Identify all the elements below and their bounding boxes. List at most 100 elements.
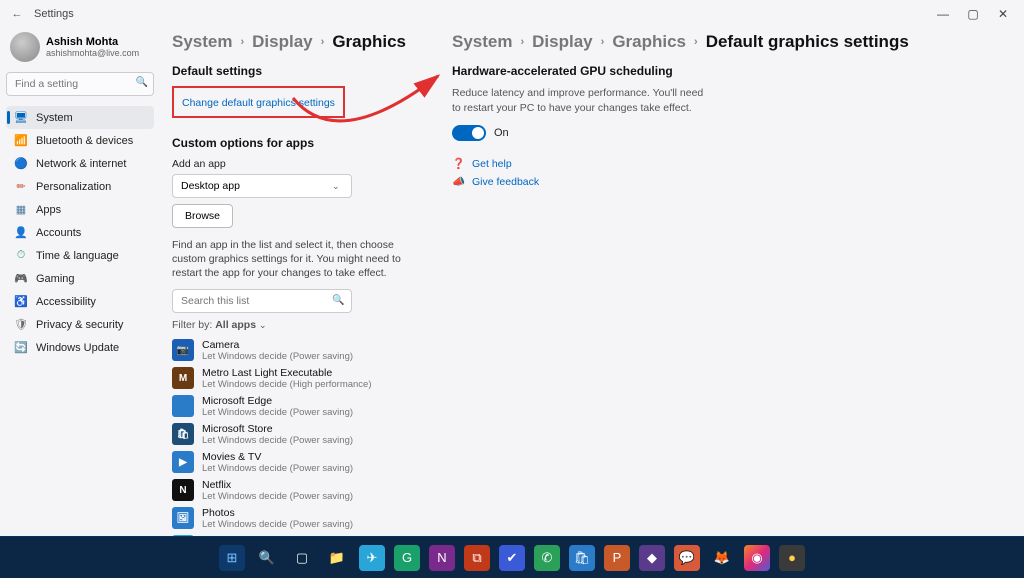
taskbar-telegram[interactable]: ✈: [359, 545, 385, 571]
window-title: Settings: [34, 8, 74, 20]
user-name: Ashish Mohta: [46, 36, 139, 48]
heading-default-settings: Default settings: [172, 64, 434, 78]
app-sub: Let Windows decide (Power saving): [202, 519, 353, 530]
toggle-label: On: [494, 127, 509, 139]
sidebar-item-network-internet[interactable]: 🔵 Network & internet: [6, 152, 154, 175]
browse-button[interactable]: Browse: [172, 204, 233, 228]
nav-icon: 📶: [14, 134, 28, 147]
nav-label: Bluetooth & devices: [36, 135, 133, 147]
user-email: ashishmohta@live.com: [46, 48, 139, 58]
taskbar-grammarly[interactable]: G: [394, 545, 420, 571]
change-default-graphics-link[interactable]: Change default graphics settings: [182, 97, 335, 109]
app-row[interactable]: MMetro Last Light ExecutableLet Windows …: [172, 367, 434, 390]
sidebar-item-windows-update[interactable]: 🔄 Windows Update: [6, 336, 154, 359]
sidebar-item-time-language[interactable]: ⏱ Time & language: [6, 244, 154, 267]
app-type-select[interactable]: Desktop app: [172, 174, 352, 198]
minimize-button[interactable]: —: [928, 2, 958, 26]
taskbar-onenote[interactable]: N: [429, 545, 455, 571]
sidebar-item-bluetooth-devices[interactable]: 📶 Bluetooth & devices: [6, 129, 154, 152]
taskbar-snagit[interactable]: ●: [779, 545, 805, 571]
back-button[interactable]: ←: [6, 8, 28, 20]
app-row[interactable]: ▶Movies & TVLet Windows decide (Power sa…: [172, 451, 434, 474]
taskbar-powerpoint[interactable]: P: [604, 545, 630, 571]
taskbar-teams[interactable]: ✔: [499, 545, 525, 571]
change-default-graphics-link-box: Change default graphics settings: [172, 86, 345, 118]
taskbar-explorer[interactable]: 📁: [324, 545, 350, 571]
get-help-link[interactable]: ❓ Get help: [452, 157, 1000, 170]
app-name: Microsoft Store: [202, 423, 353, 435]
nav-icon: 🔄: [14, 341, 28, 354]
nav-label: Accounts: [36, 227, 81, 239]
app-icon: M: [172, 367, 194, 389]
nav-icon: ✏: [14, 180, 28, 193]
crumb-display[interactable]: Display: [252, 32, 312, 52]
taskbar-msstore[interactable]: 🛍: [569, 545, 595, 571]
sidebar-item-accessibility[interactable]: ♿Accessibility: [6, 290, 154, 313]
nav-icon: ♿: [14, 295, 28, 308]
nav-icon: 🔵: [14, 157, 28, 170]
taskbar-obsidian[interactable]: ◆: [639, 545, 665, 571]
sidebar-item-personalization[interactable]: ✏Personalization: [6, 175, 154, 198]
nav-icon: 🛡: [14, 318, 28, 331]
help-icon: ❓: [452, 157, 465, 170]
nav-label: Network & internet: [36, 158, 126, 170]
user-block[interactable]: Ashish Mohta ashishmohta@live.com: [6, 28, 154, 72]
app-name: Metro Last Light Executable: [202, 367, 372, 379]
app-name: Photos: [202, 507, 353, 519]
titlebar: ← Settings — ▢ ✕: [0, 0, 1024, 28]
sidebar-item-system[interactable]: 🖥System: [6, 106, 154, 129]
crumb-system[interactable]: System: [452, 32, 512, 52]
nav-icon: ▦: [14, 203, 28, 216]
app-icon: 🖼: [172, 507, 194, 529]
give-feedback-link[interactable]: 📣 Give feedback: [452, 175, 1000, 188]
gpu-scheduling-toggle[interactable]: [452, 125, 486, 141]
nav-icon: 🎮: [14, 272, 28, 285]
app-row[interactable]: 📷CameraLet Windows decide (Power saving): [172, 339, 434, 362]
nav-icon: ⏱: [14, 249, 28, 262]
graphics-column: System › Display › Graphics Default sett…: [172, 28, 452, 536]
crumb-graphics: Graphics: [332, 32, 406, 52]
app-list-search[interactable]: [172, 289, 352, 313]
taskbar-taskview[interactable]: ▢: [289, 545, 315, 571]
app-name: Netflix: [202, 479, 353, 491]
crumb-graphics[interactable]: Graphics: [612, 32, 686, 52]
sidebar-item-privacy-security[interactable]: 🛡 Privacy & security: [6, 313, 154, 336]
sidebar-item-accounts[interactable]: 👤Accounts: [6, 221, 154, 244]
app-icon: 📷: [172, 339, 194, 361]
search-icon: 🔍: [136, 77, 148, 88]
filter-by[interactable]: Filter by: All apps ⌄: [172, 319, 434, 331]
nav-label: Time & language: [36, 250, 119, 262]
add-app-label: Add an app: [172, 158, 434, 170]
app-row[interactable]: 🛍 Microsoft StoreLet Windows decide (Powe…: [172, 423, 434, 446]
crumb-system[interactable]: System: [172, 32, 232, 52]
nav-label: System: [36, 112, 73, 124]
sidebar-item-gaming[interactable]: 🎮Gaming: [6, 267, 154, 290]
sidebar-item-apps[interactable]: ▦Apps: [6, 198, 154, 221]
taskbar-office[interactable]: ⧉: [464, 545, 490, 571]
find-setting-search[interactable]: 🔍: [6, 72, 154, 96]
app-icon: 🛍: [172, 423, 194, 445]
app-sub: Let Windows decide (Power saving): [202, 435, 353, 446]
taskbar-start[interactable]: ⊞: [219, 545, 245, 571]
search-input[interactable]: [6, 72, 154, 96]
custom-options-description: Find an app in the list and select it, t…: [172, 238, 402, 281]
app-sub: Let Windows decide (Power saving): [202, 463, 353, 474]
taskbar-firefox[interactable]: 🦊: [709, 545, 735, 571]
nav-label: Privacy & security: [36, 319, 123, 331]
app-sub: Let Windows decide (Power saving): [202, 491, 353, 502]
app-row[interactable]: 🖼 PhotosLet Windows decide (Power saving): [172, 507, 434, 530]
taskbar-whatsapp[interactable]: ✆: [534, 545, 560, 571]
nav-label: Windows Update: [36, 342, 119, 354]
taskbar-instagram[interactable]: ◉: [744, 545, 770, 571]
maximize-button[interactable]: ▢: [958, 2, 988, 26]
breadcrumb-left: System › Display › Graphics: [172, 32, 434, 52]
app-row[interactable]: Microsoft EdgeLet Windows decide (Power …: [172, 395, 434, 418]
close-button[interactable]: ✕: [988, 2, 1018, 26]
taskbar-feedback[interactable]: 💬: [674, 545, 700, 571]
crumb-display[interactable]: Display: [532, 32, 592, 52]
feedback-icon: 📣: [452, 175, 465, 188]
app-row[interactable]: NNetflixLet Windows decide (Power saving…: [172, 479, 434, 502]
taskbar-search[interactable]: 🔍: [254, 545, 280, 571]
app-name: Camera: [202, 339, 353, 351]
heading-custom-options: Custom options for apps: [172, 136, 434, 150]
